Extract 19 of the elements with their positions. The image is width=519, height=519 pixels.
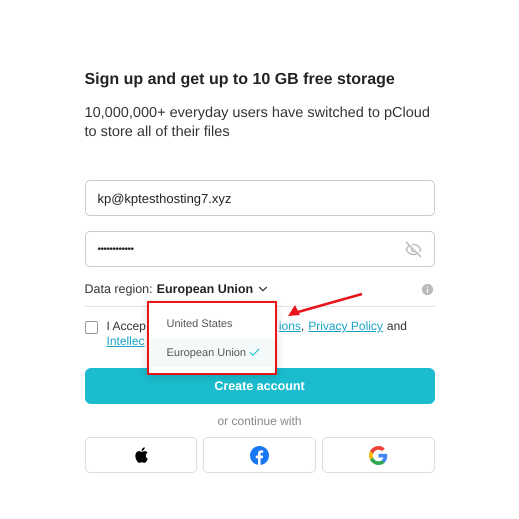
dropdown-option[interactable]: European Union (148, 338, 274, 367)
apple-icon (132, 446, 149, 464)
eye-off-icon[interactable] (404, 240, 422, 258)
region-select[interactable]: European Union (156, 282, 270, 296)
page-heading: Sign up and get up to 10 GB free storage (84, 70, 396, 90)
email-field[interactable]: kp@kptesthosting7.xyz (84, 180, 434, 216)
comma-text: , (300, 319, 304, 334)
info-icon[interactable] (420, 282, 434, 296)
terms-checkbox[interactable] (84, 321, 98, 334)
google-icon (368, 446, 388, 464)
password-field[interactable]: •••••••••••• (84, 231, 434, 267)
subtitle-text: 10,000,000+ everyday users have switched to pCloud to store all of their files (84, 104, 431, 142)
dropdown-option[interactable]: United States (148, 309, 274, 338)
facebook-icon (250, 446, 269, 464)
region-label: Data region: (84, 282, 153, 296)
terms-text: I Accep (106, 319, 146, 334)
social-login-button[interactable] (84, 437, 198, 473)
divider-text: or continue with (216, 414, 303, 428)
and-text: and (386, 319, 407, 334)
